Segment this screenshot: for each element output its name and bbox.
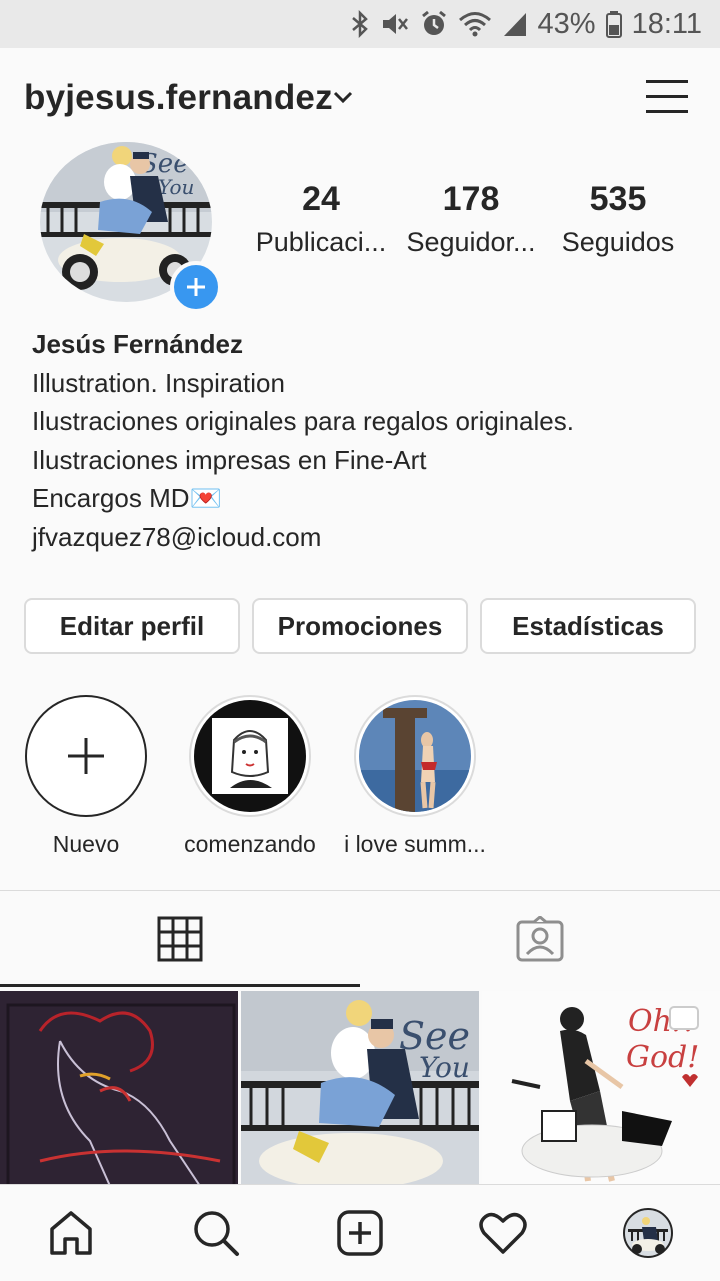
post-thumbnail[interactable]: See You xyxy=(241,991,479,1186)
highlight-summer[interactable]: i love summ... xyxy=(340,695,490,858)
wifi-icon xyxy=(458,10,492,38)
following-count: 535 xyxy=(589,180,647,218)
alarm-icon xyxy=(420,10,448,38)
highlight-new-circle[interactable] xyxy=(25,695,147,817)
profile-header: byjesus.fernandez xyxy=(0,48,720,144)
edit-profile-button[interactable]: Editar perfil xyxy=(24,598,240,654)
active-tab-indicator xyxy=(0,984,360,987)
search-icon[interactable] xyxy=(190,1207,242,1259)
stat-following[interactable]: 535 Seguidos xyxy=(548,180,688,258)
signal-icon xyxy=(502,10,528,38)
tab-grid[interactable] xyxy=(0,891,360,987)
highlight-label: comenzando xyxy=(184,831,316,857)
highlight-cover[interactable] xyxy=(354,695,476,817)
followers-count: 178 xyxy=(442,180,500,218)
svg-text:God!: God! xyxy=(626,1040,699,1075)
add-post-icon[interactable] xyxy=(334,1207,386,1259)
stat-posts[interactable]: 24 Publicaci... xyxy=(250,180,392,258)
posts-count: 24 xyxy=(302,180,340,218)
bluetooth-icon xyxy=(350,10,370,38)
post-thumbnail[interactable] xyxy=(0,991,238,1186)
grid-icon xyxy=(157,916,203,962)
profile-avatar[interactable]: See You xyxy=(40,142,222,313)
tab-tagged[interactable] xyxy=(360,891,720,987)
svg-text:You: You xyxy=(419,1051,470,1084)
profile-avatar[interactable] xyxy=(622,1207,674,1259)
post-thumbnail[interactable]: Oh!! God! xyxy=(482,991,720,1186)
clock: 18:11 xyxy=(631,7,702,40)
bio-line: Encargos MD💌 xyxy=(32,483,222,513)
highlight-label: i love summ... xyxy=(344,831,486,857)
following-label: Seguidos xyxy=(561,227,675,257)
username[interactable]: byjesus.fernandez xyxy=(24,78,333,118)
mute-icon xyxy=(380,10,410,38)
home-icon[interactable] xyxy=(45,1207,97,1259)
highlight-image xyxy=(359,700,471,812)
promotions-button[interactable]: Promociones xyxy=(252,598,468,654)
tagged-icon xyxy=(516,916,564,962)
plus-icon xyxy=(68,738,104,774)
menu-icon[interactable] xyxy=(646,78,688,116)
battery-icon xyxy=(605,10,622,38)
followers-label: Seguidor... xyxy=(406,227,536,257)
bio-email[interactable]: jfvazquez78@icloud.com xyxy=(32,518,574,557)
bio-line: Illustration. Inspiration xyxy=(32,367,285,398)
highlight-cover[interactable] xyxy=(189,695,311,817)
heart-icon[interactable] xyxy=(477,1207,529,1259)
highlight-image xyxy=(194,700,306,812)
display-name: Jesús Fernández xyxy=(32,329,243,359)
profile-bio: Jesús Fernández Illustration. Inspiratio… xyxy=(32,325,574,556)
highlight-comenzando[interactable]: comenzando xyxy=(175,695,325,858)
bio-line: Ilustraciones originales para regalos or… xyxy=(32,406,574,436)
posts-label: Publicaci... xyxy=(255,227,387,257)
multi-image-icon xyxy=(669,1006,699,1030)
stat-followers[interactable]: 178 Seguidor... xyxy=(400,180,542,258)
highlight-label: Nuevo xyxy=(52,831,120,857)
add-story-button[interactable] xyxy=(170,261,222,313)
insights-button[interactable]: Estadísticas xyxy=(480,598,696,654)
bottom-navigation xyxy=(0,1184,720,1281)
bio-line: Ilustraciones impresas en Fine-Art xyxy=(32,444,427,475)
chevron-down-icon[interactable] xyxy=(332,90,354,109)
highlight-new[interactable]: Nuevo xyxy=(25,695,147,858)
battery-percentage: 43% xyxy=(537,7,596,40)
status-bar: 43% 18:11 xyxy=(0,0,720,48)
svg-text:You: You xyxy=(158,175,194,199)
